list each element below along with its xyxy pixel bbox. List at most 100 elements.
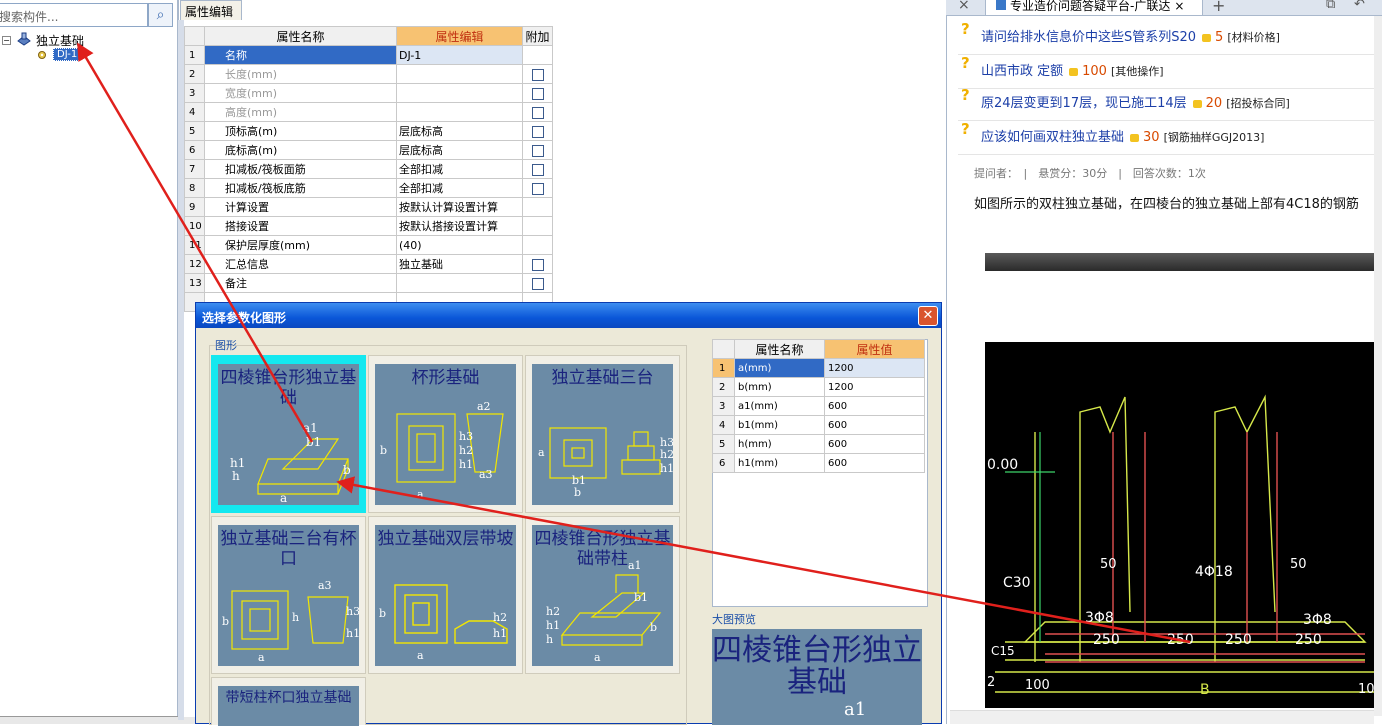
param-row[interactable]: 4 b1(mm) 600 [712,415,925,435]
drawing-label: 3Φ8 [1085,610,1114,626]
question-item[interactable]: ? 山西市政 定额 100 [其他操作] [958,54,1378,89]
question-tag[interactable]: [其他操作] [1111,65,1164,78]
tab-property-edit[interactable]: 属性编辑 [180,0,242,20]
question-tag[interactable]: [钢筋抽样GGJ2013] [1164,131,1265,144]
svg-text:b: b [650,621,657,634]
property-row[interactable]: 2 长度(mm) [184,64,553,84]
property-row[interactable]: 9 计算设置 按默认计算设置计算 [184,197,553,217]
shape-thumb-pyramid-with-column[interactable]: a b h2 h1 h a1 b1 四棱锥台形独立基础带柱 [525,516,680,674]
foundation-icon [16,32,32,46]
shape-thumb-short-column-cup[interactable]: 带短柱杯口独立基础 [211,677,366,726]
param-value[interactable]: 600 [824,453,925,473]
param-value[interactable]: 600 [824,434,925,454]
drawing-label: C15 [991,644,1015,658]
shape-thumb-image: a b h2 h1 独立基础双层带坡 [375,525,516,666]
property-row[interactable]: 11 保护层厚度(mm) (40) [184,235,553,255]
parametric-shape-dialog: 选择参数化图形 ✕ 图形 a b h1 h a1 b1 四棱锥台形独立基础 a b a2 h3 h… [195,302,942,726]
vertical-scrollbar[interactable] [1374,16,1382,716]
param-value[interactable]: 600 [824,415,925,435]
param-row[interactable]: 1 a(mm) 1200 [712,358,925,378]
property-value[interactable]: DJ-1 [396,45,523,65]
property-row[interactable]: 7 扣减板/筏板面筋 全部扣减 [184,159,553,179]
question-link[interactable]: 应该如何画双柱独立基础 30 [钢筋抽样GGJ2013] [981,126,1264,145]
restore-icon[interactable]: ⧉ [1326,0,1335,12]
question-icon: ? [961,120,970,138]
property-value[interactable]: (40) [396,235,523,255]
undo-icon[interactable]: ↶ [1354,0,1365,12]
shape-thumb-cup-foundation[interactable]: a b a2 h3 h2 h1 a3 杯形基础 [368,355,523,513]
tree-collapse-icon[interactable]: − [2,36,11,45]
drawing-label: 4Φ18 [1195,564,1233,580]
property-value[interactable]: 层底标高 [396,140,523,160]
close-icon[interactable]: ✕ [918,306,938,326]
property-value[interactable]: 按默认计算设置计算 [396,197,523,217]
shape-thumb-three-step-foundation[interactable]: b a b1 h3 h2 h1 独立基础三台 [525,355,680,513]
svg-text:a1: a1 [303,421,318,435]
shape-group-label: 图形 [215,339,237,352]
extra-checkbox[interactable] [531,144,544,157]
property-row[interactable]: 4 高度(mm) [184,102,553,122]
svg-text:h1: h1 [660,462,673,475]
svg-text:b1: b1 [634,591,648,604]
row-number: 12 [184,254,205,274]
property-row[interactable]: 1 名称 DJ-1 [184,45,553,65]
param-row[interactable]: 5 h(mm) 600 [712,434,925,454]
shape-thumb-two-layer-slope-foundation[interactable]: a b h2 h1 独立基础双层带坡 [368,516,523,674]
property-name: 汇总信息 [204,254,397,274]
property-row[interactable]: 10 搭接设置 按默认搭接设置计算 [184,216,553,236]
search-icon[interactable]: ⌕ [148,3,173,27]
param-value[interactable]: 1200 [824,377,925,397]
shape-caption: 带短柱杯口独立基础 [225,690,352,706]
question-item[interactable]: ? 请问给排水信息价中这些S管系列S20 5 [材料价格] [958,20,1378,55]
shape-thumb-three-step-cup-foundation[interactable]: a b a3 h h3 h1 独立基础三台有杯口 [211,516,366,674]
property-row[interactable]: 5 顶标高(m) 层底标高 [184,121,553,141]
param-name: h1(mm) [734,453,825,473]
extra-checkbox[interactable] [531,87,544,100]
question-link[interactable]: 原24层变更到17层，现已施工14层 20 [招投标合同] [981,92,1290,111]
extra-checkbox[interactable] [531,182,544,195]
property-value[interactable]: 按默认搭接设置计算 [396,216,523,236]
question-item[interactable]: ? 原24层变更到17层，现已施工14层 20 [招投标合同] [958,86,1378,121]
extra-checkbox[interactable] [531,163,544,176]
property-value[interactable] [396,64,523,84]
property-value[interactable]: 独立基础 [396,254,523,274]
extra-checkbox[interactable] [531,258,544,271]
svg-text:b: b [379,607,386,620]
shape-thumb-pyramid-foundation[interactable]: a b h1 h a1 b1 四棱锥台形独立基础 [211,355,366,513]
property-row[interactable]: 12 汇总信息 独立基础 [184,254,553,274]
question-link[interactable]: 请问给排水信息价中这些S管系列S20 5 [材料价格] [981,26,1280,45]
search-input[interactable]: 搜索构件... [0,3,148,27]
horizontal-scrollbar[interactable] [950,710,1374,724]
property-value[interactable] [396,83,523,103]
property-value[interactable]: 全部扣减 [396,178,523,198]
new-tab-icon[interactable]: + [1212,0,1225,15]
property-row[interactable]: 13 备注 [184,273,553,293]
browser-tab-active[interactable]: 专业造价问题答疑平台-广联达 × [985,0,1203,16]
property-value[interactable] [396,273,523,293]
extra-checkbox[interactable] [531,125,544,138]
close-icon[interactable]: × [1174,0,1184,13]
tree-node-dj1[interactable]: DJ-1 [53,48,82,61]
tree-node-root[interactable]: 独立基础 [36,32,84,49]
extra-checkbox[interactable] [531,277,544,290]
param-value[interactable]: 1200 [824,358,925,378]
question-tag[interactable]: [招投标合同] [1226,97,1290,110]
property-value[interactable]: 层底标高 [396,121,523,141]
param-row[interactable]: 6 h1(mm) 600 [712,453,925,473]
param-row[interactable]: 2 b(mm) 1200 [712,377,925,397]
question-tag[interactable]: [材料价格] [1227,31,1280,44]
property-row[interactable]: 3 宽度(mm) [184,83,553,103]
extra-checkbox[interactable] [531,106,544,119]
question-item[interactable]: ? 应该如何画双柱独立基础 30 [钢筋抽样GGJ2013] [958,120,1378,155]
param-row[interactable]: 3 a1(mm) 600 [712,396,925,416]
property-row[interactable]: 6 底标高(m) 层底标高 [184,140,553,160]
svg-text:h: h [232,469,240,483]
close-icon[interactable]: × [958,0,970,13]
param-value[interactable]: 600 [824,396,925,416]
extra-checkbox[interactable] [531,68,544,81]
coin-icon [1069,67,1079,76]
question-link[interactable]: 山西市政 定额 100 [其他操作] [981,60,1164,79]
property-row[interactable]: 8 扣减板/筏板底筋 全部扣减 [184,178,553,198]
property-value[interactable]: 全部扣减 [396,159,523,179]
property-value[interactable] [396,102,523,122]
